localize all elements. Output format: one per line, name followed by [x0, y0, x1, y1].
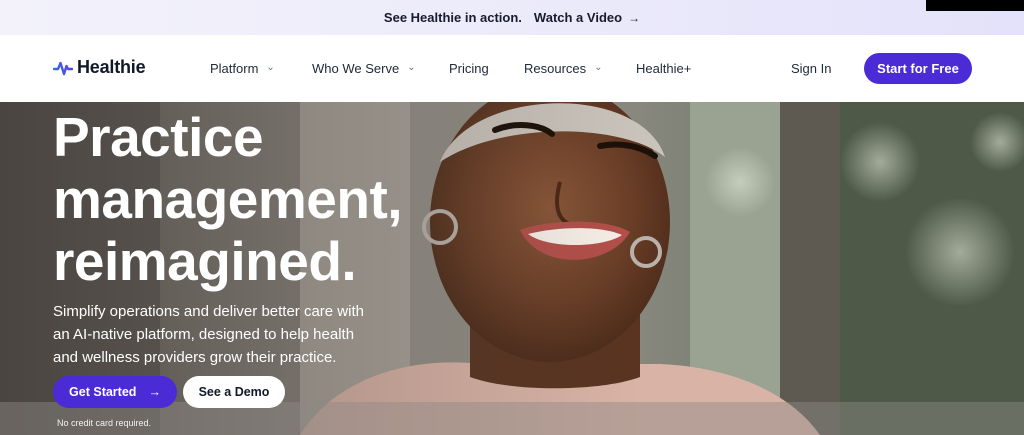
start-for-free-button[interactable]: Start for Free: [864, 53, 972, 84]
announcement-text: See Healthie in action.: [383, 10, 522, 25]
get-started-button[interactable]: Get Started →: [53, 376, 177, 408]
nav-item-label: Healthie+: [636, 61, 692, 76]
arrow-right-icon: →: [628, 10, 641, 25]
nav-item-label: Platform: [210, 61, 259, 76]
nav-item-pricing[interactable]: Pricing: [449, 61, 489, 76]
brand-name: Healthie: [77, 57, 146, 77]
nav-item-label: Who We Serve: [312, 61, 400, 76]
nav-item-platform[interactable]: Platform ⌄: [210, 61, 275, 76]
chevron-down-icon: ⌄: [407, 62, 416, 73]
get-started-label: Get Started: [69, 385, 137, 399]
headline-line-1: Practice: [53, 106, 264, 168]
nav-item-resources[interactable]: Resources ⌄: [524, 61, 603, 76]
hero-section: Practice management, reimagined. Simplif…: [0, 102, 1024, 435]
arrow-right-icon: →: [148, 385, 161, 399]
nav-item-who-we-serve[interactable]: Who We Serve ⌄: [312, 61, 416, 76]
headline-line-2: management,: [53, 168, 403, 230]
corner-block: [926, 0, 1024, 11]
nav-item-label: Resources: [524, 61, 587, 76]
nav-item-label: Pricing: [449, 61, 489, 76]
chevron-down-icon: ⌄: [594, 62, 603, 73]
see-a-demo-button[interactable]: See a Demo: [183, 376, 285, 408]
watch-video-link[interactable]: Watch a Video →: [534, 10, 640, 25]
chevron-down-icon: ⌄: [266, 62, 275, 73]
hero-subtitle: Simplify operations and deliver better c…: [53, 303, 364, 366]
hero-headline: Practice management, reimagined.: [53, 106, 473, 292]
top-navigation: Healthie Platform ⌄ Who We Serve ⌄ Prici…: [0, 35, 1024, 102]
brand-logo[interactable]: Healthie: [53, 57, 146, 78]
headline-line-3: reimagined.: [53, 230, 357, 292]
watch-video-label: Watch a Video: [533, 10, 623, 25]
nav-item-healthie-plus[interactable]: Healthie+: [636, 61, 691, 76]
sign-in-link[interactable]: Sign In: [791, 61, 831, 76]
announcement-bar: See Healthie in action. Watch a Video →: [0, 0, 1024, 35]
no-credit-card-note: No credit card required.: [57, 418, 152, 428]
pulse-wave-icon: [53, 61, 73, 75]
